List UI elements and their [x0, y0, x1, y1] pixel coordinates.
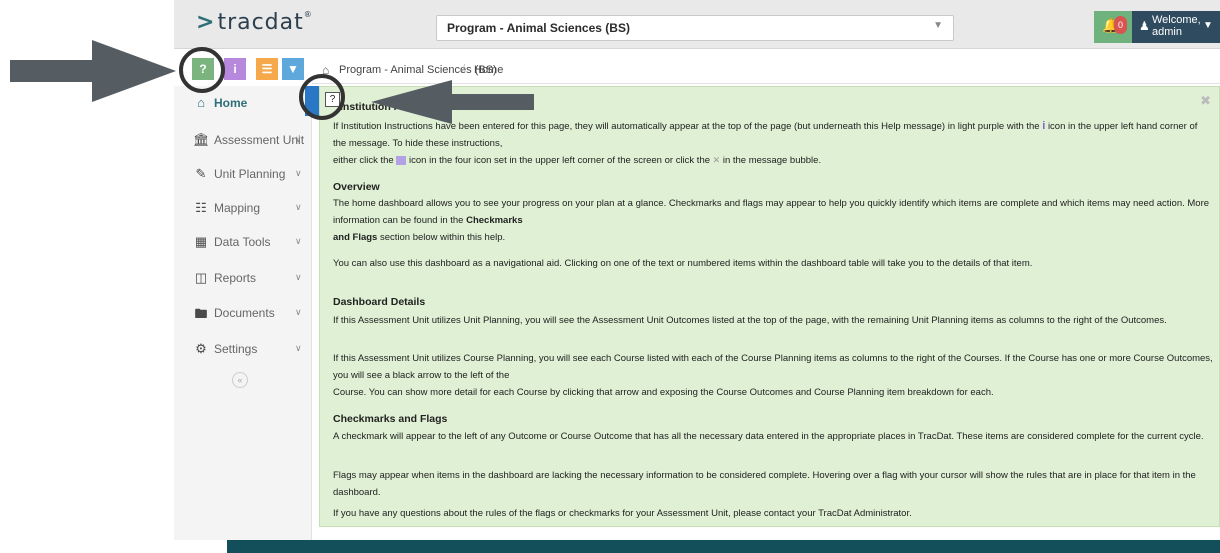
- footer-strip: [227, 540, 1220, 553]
- help-panel-highlight-ring: [299, 74, 345, 120]
- app-window: >tracdat® Program - Animal Sciences (BS)…: [0, 0, 1220, 553]
- help-icon-highlight-ring: [179, 47, 225, 93]
- left-arrow-annotation: [10, 40, 176, 102]
- right-arrow-annotation: [371, 80, 534, 124]
